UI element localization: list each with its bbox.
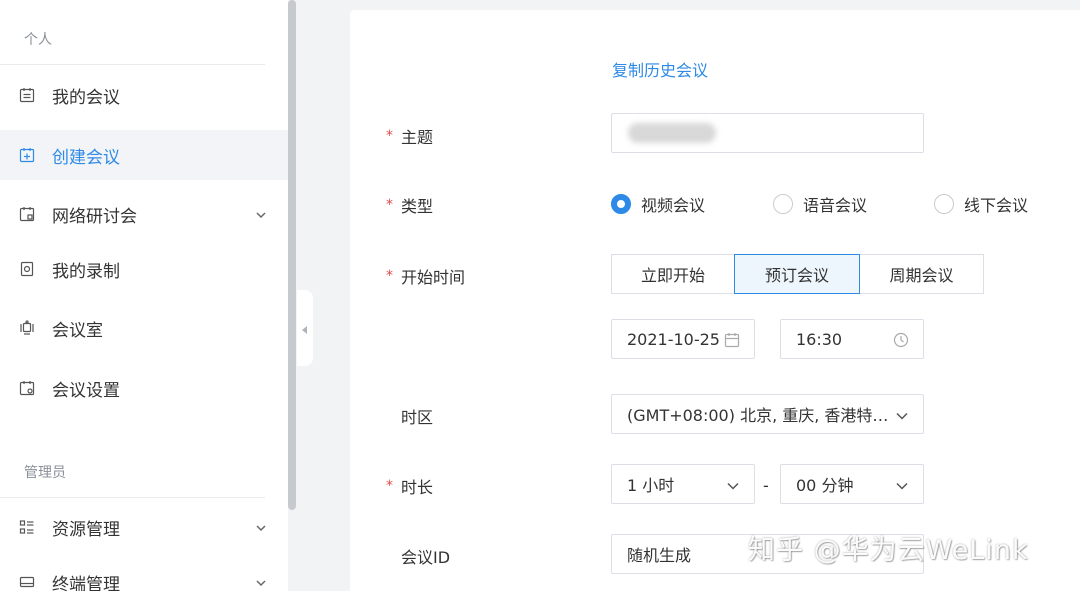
subject-label-text: 主题 xyxy=(401,128,434,147)
sidebar: 个人 我的会议 创建会议 网络研讨会 我的录制 会议室 会议设置 管理员 资源管… xyxy=(0,0,288,591)
chevron-down-icon xyxy=(895,478,909,492)
sidebar-scrollbar[interactable] xyxy=(288,0,296,510)
sidebar-item-label: 终端管理 xyxy=(52,574,120,591)
date-value: 2021-10-25 xyxy=(627,329,720,349)
sidebar-item-label: 创建会议 xyxy=(52,147,120,168)
radio-label: 线下会议 xyxy=(964,196,1029,215)
sidebar-item-webinar[interactable]: 网络研讨会 xyxy=(0,189,288,239)
duration-separator: - xyxy=(763,476,769,495)
sidebar-item-label: 我的会议 xyxy=(52,87,120,108)
subject-label: * 主题 xyxy=(386,124,433,148)
chevron-down-icon xyxy=(254,207,268,221)
sidebar-item-label: 网络研讨会 xyxy=(52,206,137,227)
sidebar-item-terminal-management[interactable]: 终端管理 xyxy=(0,557,288,591)
recording-icon xyxy=(18,260,36,278)
time-picker[interactable]: 16:30 xyxy=(780,319,924,359)
chevron-down-icon xyxy=(895,408,909,422)
timezone-label: 时区 xyxy=(401,408,434,427)
radio-video-meeting[interactable]: 视频会议 xyxy=(611,192,705,216)
copy-history-meeting-link[interactable]: 复制历史会议 xyxy=(612,57,708,81)
date-picker[interactable]: 2021-10-25 xyxy=(611,319,755,359)
divider xyxy=(0,64,265,65)
start-time-label: * 开始时间 xyxy=(386,264,465,288)
calendar-add-icon xyxy=(18,146,36,164)
type-label: * 类型 xyxy=(386,193,433,217)
resource-grid-icon xyxy=(18,518,36,536)
section-title-admin: 管理员 xyxy=(24,465,66,481)
chevron-down-icon xyxy=(254,575,268,589)
sidebar-collapse-handle[interactable] xyxy=(297,290,313,366)
sidebar-item-label: 会议室 xyxy=(52,320,103,341)
clock-icon xyxy=(893,332,909,352)
chevron-down-icon xyxy=(726,478,740,492)
radio-offline-meeting[interactable]: 线下会议 xyxy=(934,192,1028,216)
required-mark: * xyxy=(386,478,393,494)
radio-voice-meeting[interactable]: 语音会议 xyxy=(773,192,867,216)
sidebar-item-label: 资源管理 xyxy=(52,519,120,540)
section-title-personal: 个人 xyxy=(24,32,52,48)
duration-minutes-select[interactable]: 00 分钟 xyxy=(780,464,924,504)
duration-minutes-value: 00 分钟 xyxy=(796,476,854,495)
sidebar-item-meeting-room[interactable]: 会议室 xyxy=(0,303,288,353)
duration-label: * 时长 xyxy=(386,474,433,498)
recurring-meeting-button[interactable]: 周期会议 xyxy=(859,254,984,294)
timezone-select[interactable]: (GMT+08:00) 北京, 重庆, 香港特… xyxy=(611,394,924,434)
blurred-subject-text xyxy=(628,123,716,143)
radio-circle xyxy=(773,194,793,214)
start-time-label-text: 开始时间 xyxy=(401,268,466,287)
time-value: 16:30 xyxy=(796,329,843,349)
meeting-id-label: 会议ID xyxy=(401,548,451,567)
meeting-room-icon xyxy=(18,319,36,337)
duration-hours-select[interactable]: 1 小时 xyxy=(611,464,755,504)
radio-label: 语音会议 xyxy=(803,196,868,215)
start-now-button[interactable]: 立即开始 xyxy=(611,254,735,294)
sidebar-item-label: 会议设置 xyxy=(52,380,120,401)
required-mark: * xyxy=(386,128,393,144)
type-label-text: 类型 xyxy=(401,197,434,216)
sidebar-item-label: 我的录制 xyxy=(52,261,120,282)
sidebar-item-my-meetings[interactable]: 我的会议 xyxy=(0,70,288,120)
radio-label: 视频会议 xyxy=(641,196,706,215)
webinar-calendar-icon xyxy=(18,205,36,223)
divider xyxy=(0,497,265,498)
sidebar-item-meeting-settings[interactable]: 会议设置 xyxy=(0,363,288,413)
sidebar-item-resource-management[interactable]: 资源管理 xyxy=(0,502,288,552)
duration-label-text: 时长 xyxy=(401,478,434,497)
calendar-icon xyxy=(724,332,740,352)
radio-circle xyxy=(934,194,954,214)
subject-input[interactable] xyxy=(611,113,924,153)
zhihu-watermark: 知乎 @华为云WeLink xyxy=(748,535,1029,566)
radio-circle xyxy=(611,194,631,214)
timezone-value: (GMT+08:00) 北京, 重庆, 香港特… xyxy=(627,406,889,425)
terminal-icon xyxy=(18,573,36,591)
sidebar-item-my-recordings[interactable]: 我的录制 xyxy=(0,244,288,294)
sidebar-item-create-meeting[interactable]: 创建会议 xyxy=(0,130,288,180)
collapse-arrow-icon xyxy=(302,319,308,338)
schedule-meeting-button[interactable]: 预订会议 xyxy=(734,254,860,294)
required-mark: * xyxy=(386,268,393,284)
duration-hours-value: 1 小时 xyxy=(627,476,675,495)
meeting-settings-icon xyxy=(18,379,36,397)
chevron-down-icon xyxy=(254,520,268,534)
meeting-id-value: 随机生成 xyxy=(627,546,692,565)
required-mark: * xyxy=(386,197,393,213)
calendar-list-icon xyxy=(18,86,36,104)
